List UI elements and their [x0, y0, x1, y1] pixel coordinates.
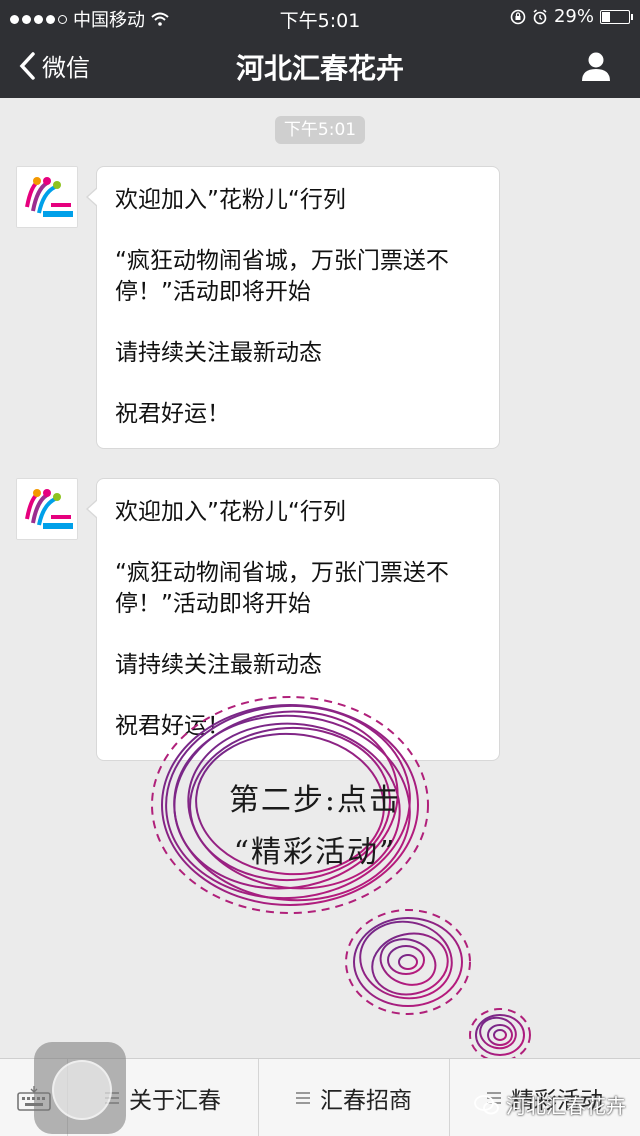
profile-icon[interactable]: [580, 50, 612, 82]
assistive-touch-button[interactable]: [34, 1042, 126, 1134]
message-line: “疯狂动物闹省城，万张门票送不停！”活动即将开始: [115, 560, 449, 617]
sender-avatar[interactable]: [16, 478, 78, 540]
message-line: 欢迎加入”花粉儿“行列: [115, 187, 346, 213]
menu-item-investment[interactable]: 汇春招商: [259, 1059, 450, 1136]
message-line: 祝君好运！: [115, 401, 230, 427]
rotation-lock-icon: [510, 9, 526, 24]
instruction-text: 第二步:点击 “精彩活动”: [205, 775, 425, 879]
instruction-line: “精彩活动”: [233, 835, 397, 870]
message-bubble[interactable]: 欢迎加入”花粉儿“行列 “疯狂动物闹省城，万张门票送不停！”活动即将开始 请持续…: [86, 166, 500, 449]
status-bar: 中国移动 下午5:01 29%: [0, 0, 640, 34]
menu-item-label: 关于汇春: [129, 1087, 221, 1114]
watermark-text: 河北汇春花卉: [506, 1094, 626, 1118]
status-right: 29%: [510, 6, 633, 27]
brand-logo-icon: [17, 167, 77, 227]
sender-avatar[interactable]: [16, 166, 78, 228]
message-line: “疯狂动物闹省城，万张门票送不停！”活动即将开始: [115, 248, 449, 305]
nav-bar: 微信 河北汇春花卉: [0, 34, 640, 98]
watermark: 河北汇春花卉: [474, 1090, 626, 1119]
menu-icon: [296, 1091, 310, 1104]
message-timestamp: 下午5:01: [275, 116, 365, 144]
wechat-icon: [474, 1094, 499, 1114]
battery-percent: 29%: [553, 6, 594, 27]
chat-title: 河北汇春花卉: [235, 52, 404, 85]
message-line: 请持续关注最新动态: [115, 652, 322, 678]
alarm-icon: [533, 8, 547, 24]
top-bar: 中国移动 下午5:01 29% 微信 河北汇春花卉: [0, 0, 640, 98]
menu-item-label: 汇春招商: [320, 1087, 412, 1114]
message-line: 请持续关注最新动态: [115, 340, 322, 366]
message-line: 欢迎加入”花粉儿“行列: [115, 499, 346, 525]
instruction-doodle: [151, 696, 531, 1062]
instruction-line: 第二步:点击: [228, 783, 402, 818]
brand-logo-icon: [17, 479, 77, 539]
battery-icon: [600, 9, 633, 24]
